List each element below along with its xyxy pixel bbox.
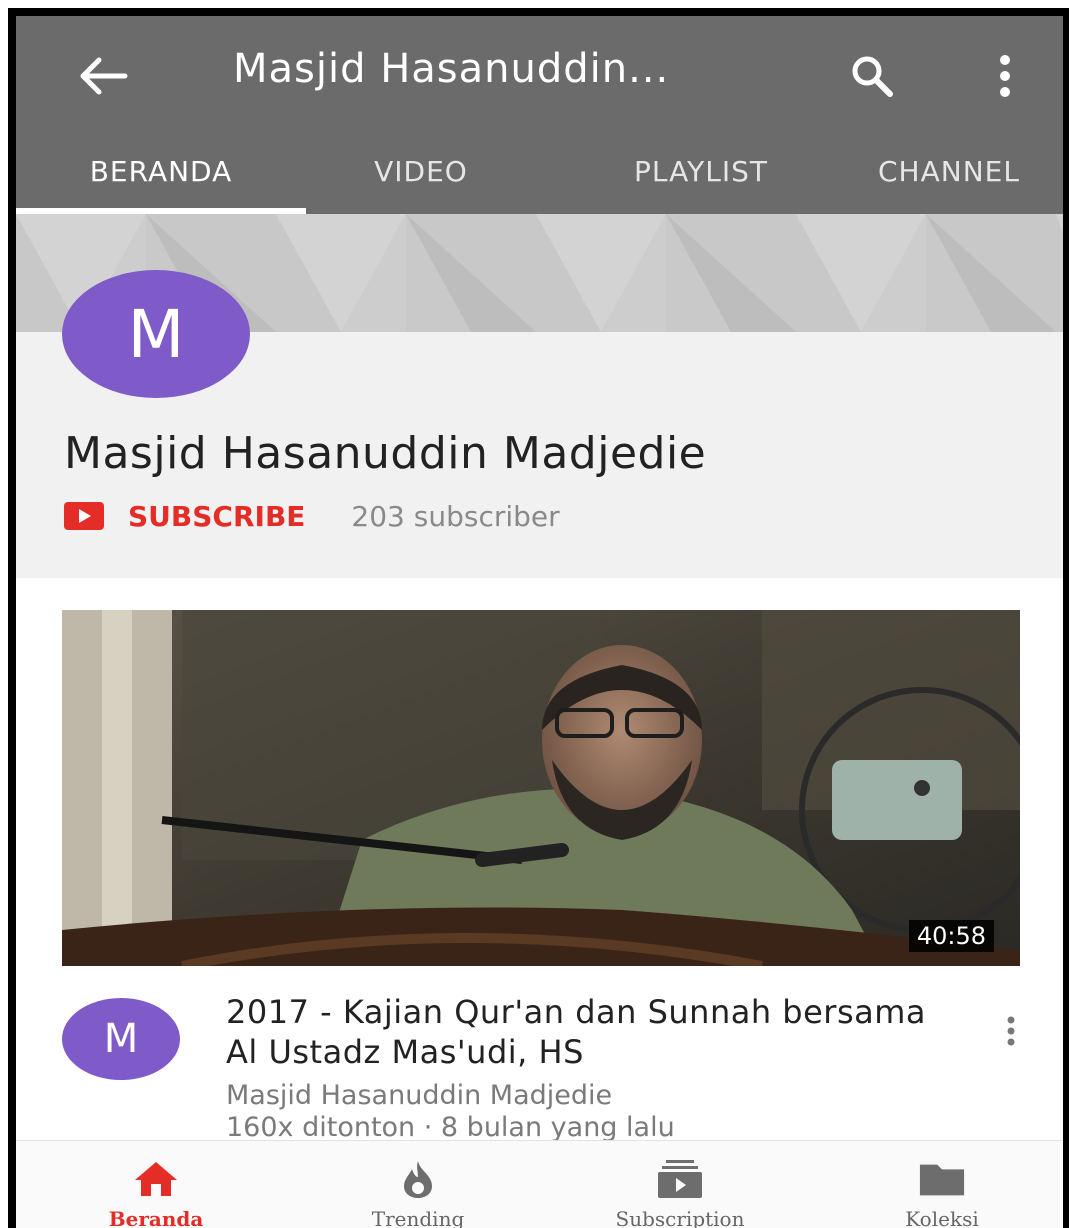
channel-tabs: BERANDA VIDEO PLAYLIST CHANNEL [16,128,1069,214]
app-screen: Masjid Hasanuddin... BERANDA VIDEO PLAYL… [8,8,1069,1228]
nav-label: Beranda [108,1207,204,1228]
nav-label: Koleksi [905,1207,979,1228]
back-button[interactable] [70,42,138,110]
tab-playlist[interactable]: PLAYLIST [576,128,826,214]
nav-label: Trending [371,1207,465,1228]
flame-icon [394,1159,442,1199]
nav-koleksi[interactable]: Koleksi [832,1141,1052,1228]
subscribe-button[interactable]: SUBSCRIBE [128,500,305,533]
video-item[interactable]: M 2017 - Kajian Qur'an dan Sunnah bersam… [16,992,1069,1143]
bottom-navigation: Beranda Trending Subscription Koleksi [16,1140,1069,1228]
avatar-letter: M [103,1016,139,1062]
folder-icon [918,1159,966,1199]
subscriber-count: 203 subscriber [351,499,560,533]
search-button[interactable] [842,46,902,106]
video-title[interactable]: 2017 - Kajian Qur'an dan Sunnah bersama … [226,992,966,1072]
video-more-button[interactable] [996,1006,1026,1056]
arrow-back-icon [80,57,128,95]
nav-subscription[interactable]: Subscription [570,1141,790,1228]
tab-video[interactable]: VIDEO [306,128,536,214]
tab-label: BERANDA [89,154,233,188]
home-icon [132,1159,180,1199]
subscriptions-icon [656,1159,704,1199]
nav-trending[interactable]: Trending [308,1141,528,1228]
youtube-play-icon [64,502,104,530]
nav-beranda[interactable]: Beranda [46,1141,266,1228]
avatar-letter: M [127,295,185,373]
page-title: Masjid Hasanuddin... [233,46,670,92]
subscribe-row: SUBSCRIBE 203 subscriber [64,494,560,538]
tab-label: PLAYLIST [634,154,768,188]
tab-channel[interactable]: CHANNEL [856,128,1069,214]
more-vert-icon [1000,55,1010,97]
channel-avatar[interactable]: M [62,270,250,398]
app-bar: Masjid Hasanuddin... BERANDA VIDEO PLAYL… [16,16,1069,214]
video-stats: 160x ditonton · 8 bulan yang lalu [226,1112,675,1143]
video-duration: 40:58 [908,920,994,952]
tab-label: CHANNEL [878,154,1020,188]
video-channel-avatar[interactable]: M [62,998,180,1080]
channel-name: Masjid Hasanuddin Madjedie [64,428,707,479]
tab-label: VIDEO [374,154,468,188]
screen-border [1063,8,1069,1228]
toolbar: Masjid Hasanuddin... [16,16,1069,128]
more-vert-icon [1007,1016,1015,1046]
search-icon [852,56,893,97]
more-options-button[interactable] [980,46,1030,106]
video-thumbnail[interactable]: 40:58 [62,610,1020,966]
thumbnail-image [62,610,1020,966]
nav-label: Subscription [615,1207,745,1228]
video-channel-name: Masjid Hasanuddin Madjedie [226,1080,613,1111]
tab-beranda[interactable]: BERANDA [16,128,306,214]
